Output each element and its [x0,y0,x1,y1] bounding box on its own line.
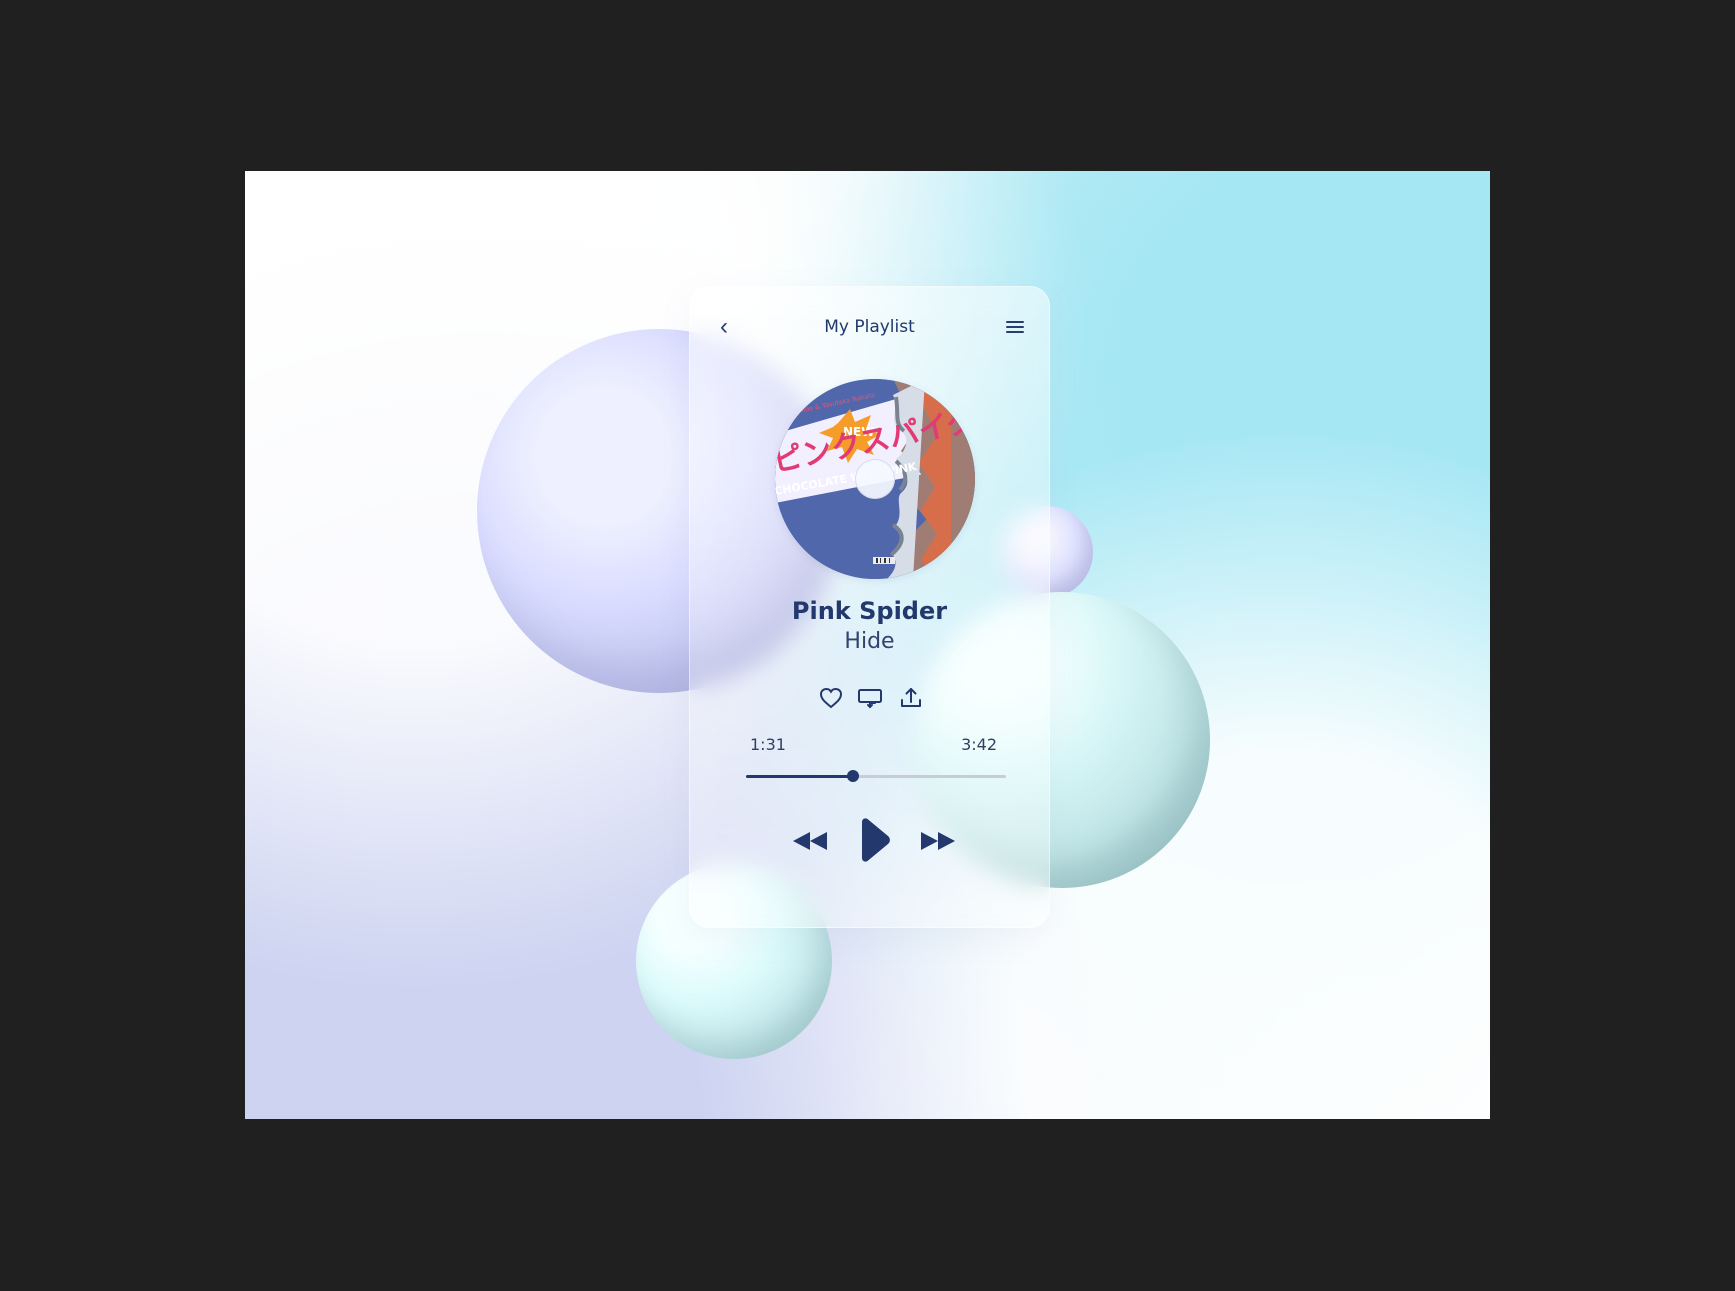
share-icon [901,688,921,707]
forward-button[interactable] [918,814,958,868]
rewind-button[interactable] [790,814,830,868]
like-button[interactable] [817,684,845,712]
play-icon [862,818,890,862]
player-header: ‹ My Playlist [690,312,1049,342]
track-actions [817,684,927,712]
fast-forward-icon [921,832,955,850]
app-viewport: ‹ My Playlist NEW Hide & Yasutaka Nakata… [0,0,1735,1291]
progress-fill [746,775,853,778]
current-time: 1:31 [750,735,786,754]
hamburger-icon [1006,321,1024,323]
heart-icon [819,687,843,709]
total-time: 3:42 [961,735,997,754]
album-art: NEW Hide & Yasutaka Nakata ピンクスパイダー CHOC… [775,379,975,579]
repeat-icon [858,689,882,709]
play-button[interactable] [854,814,894,868]
share-button[interactable] [897,684,925,712]
music-player-stage: ‹ My Playlist NEW Hide & Yasutaka Nakata… [245,171,1490,1119]
playback-controls [790,814,960,868]
progress-slider[interactable] [746,769,1006,785]
progress-knob[interactable] [846,770,859,782]
music-player-card: ‹ My Playlist NEW Hide & Yasutaka Nakata… [689,286,1050,928]
page-title: My Playlist [824,317,915,337]
artist-name: Hide [844,629,895,654]
rewind-icon [793,832,827,850]
song-title: Pink Spider [791,597,948,625]
album-center-hole [855,459,895,499]
menu-button[interactable] [1005,318,1025,336]
repeat-button[interactable] [856,684,884,712]
